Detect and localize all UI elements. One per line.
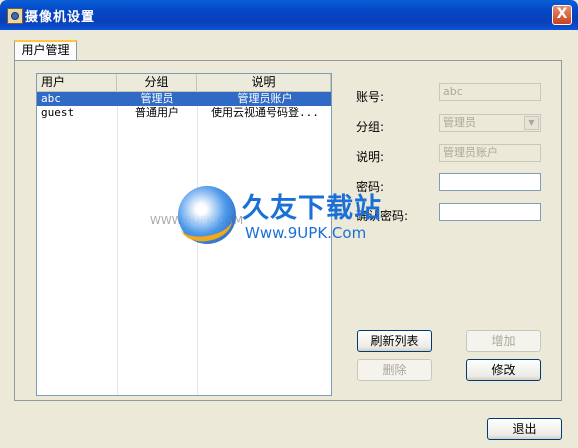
delete-button[interactable]: 删除 bbox=[357, 359, 432, 381]
description-label: 说明: bbox=[356, 150, 385, 164]
exit-button[interactable]: 退出 bbox=[487, 418, 562, 440]
grid-line bbox=[197, 91, 198, 395]
account-field[interactable]: abc bbox=[439, 83, 541, 101]
cell-user: abc bbox=[41, 92, 61, 105]
column-header-user[interactable]: 用户 bbox=[37, 74, 117, 91]
list-header: 用户 分组 说明 bbox=[37, 74, 331, 92]
group-select-value: 管理员 bbox=[443, 116, 476, 129]
table-row[interactable]: guest 普通用户 使用云视通号码登... bbox=[37, 106, 331, 120]
cell-description: 使用云视通号码登... bbox=[211, 106, 319, 119]
table-row[interactable]: abc 管理员 管理员账户 bbox=[37, 92, 331, 106]
add-button[interactable]: 增加 bbox=[466, 330, 541, 352]
modify-button[interactable]: 修改 bbox=[466, 359, 541, 381]
tab-user-management[interactable]: 用户管理 bbox=[14, 40, 77, 60]
column-header-group[interactable]: 分组 bbox=[117, 74, 197, 91]
camera-app-icon bbox=[7, 8, 23, 24]
chevron-down-icon[interactable]: ▼ bbox=[524, 116, 539, 130]
refresh-list-button[interactable]: 刷新列表 bbox=[357, 330, 432, 352]
group-label: 分组: bbox=[356, 120, 385, 134]
cell-user: guest bbox=[41, 106, 75, 119]
column-header-description[interactable]: 说明 bbox=[197, 74, 331, 91]
password-label: 密码: bbox=[356, 180, 385, 194]
password-field[interactable] bbox=[439, 173, 541, 191]
confirm-password-field[interactable] bbox=[439, 203, 541, 221]
window-title: 摄像机设置 bbox=[25, 10, 96, 25]
group-select[interactable]: 管理员 ▼ bbox=[439, 114, 541, 132]
title-bar: 摄像机设置 X bbox=[0, 0, 578, 30]
grid-line bbox=[117, 91, 118, 395]
cell-group: 普通用户 bbox=[135, 106, 179, 119]
close-button[interactable]: X bbox=[552, 5, 572, 25]
cell-description: 管理员账户 bbox=[237, 92, 293, 105]
description-field[interactable]: 管理员账户 bbox=[439, 144, 541, 162]
confirm-password-label: 确认密码: bbox=[356, 209, 409, 223]
cell-group: 管理员 bbox=[140, 92, 174, 105]
account-label: 账号: bbox=[356, 90, 385, 104]
user-list[interactable]: 用户 分组 说明 abc 管理员 管理员账户 guest 普通用户 使用云视通号… bbox=[36, 73, 332, 396]
